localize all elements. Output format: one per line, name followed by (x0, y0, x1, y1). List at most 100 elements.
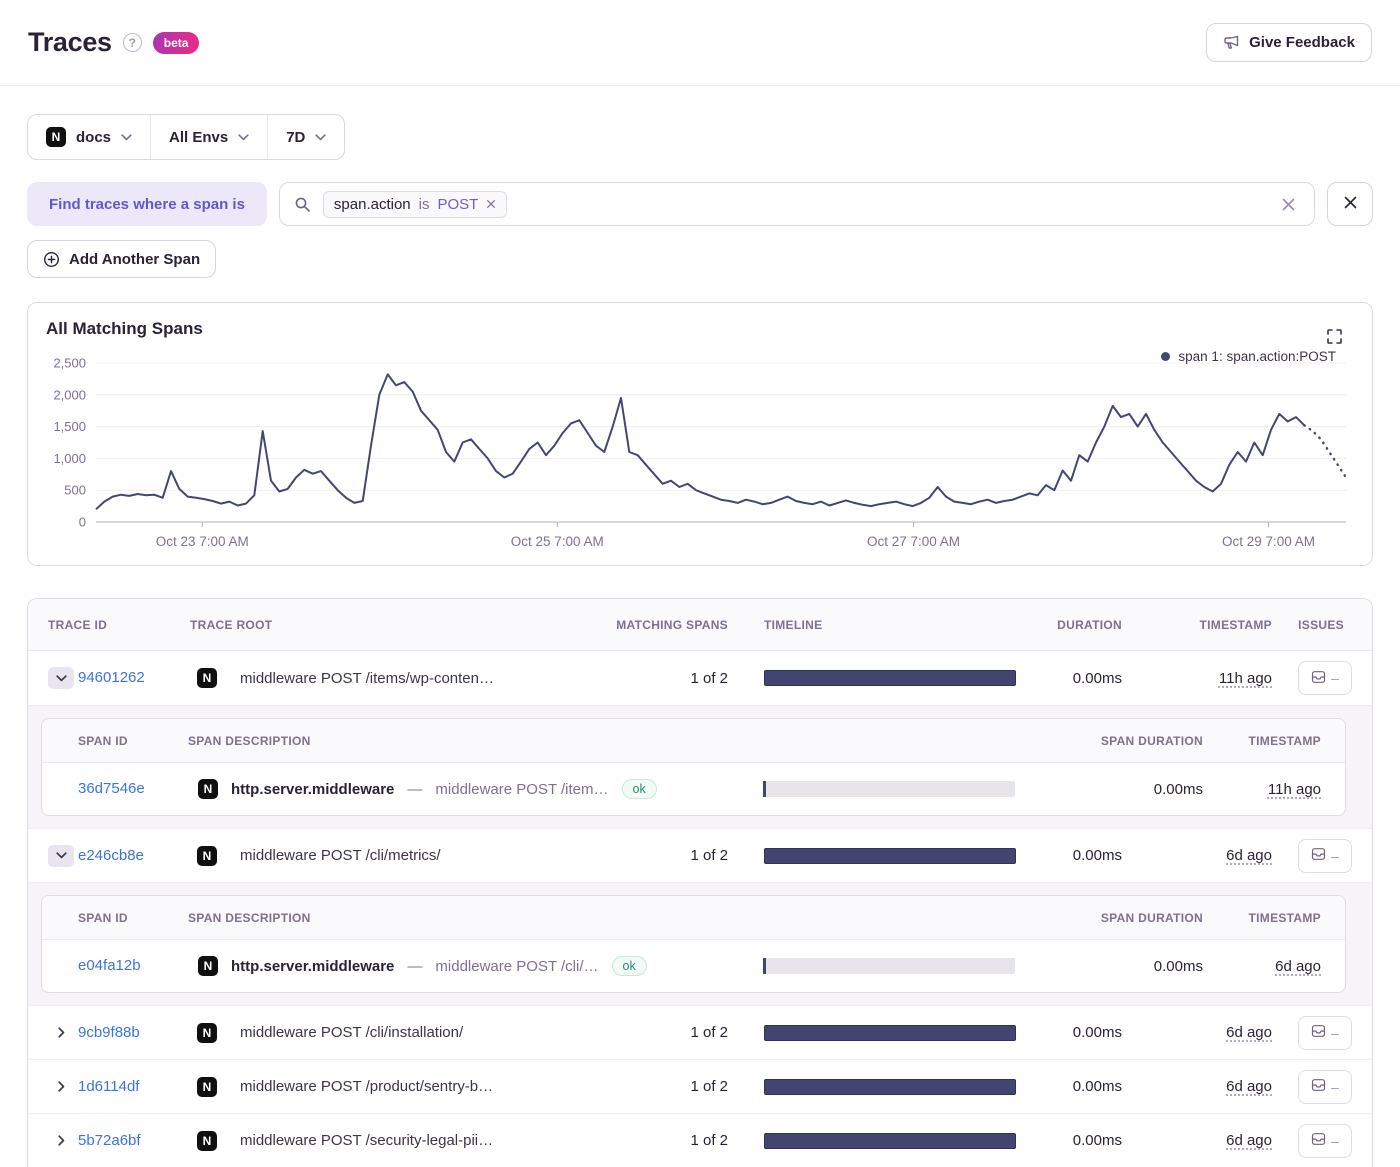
span-description-cell: Nhttp.server.middleware—middleware POST … (188, 779, 763, 799)
span-description-cell: Nhttp.server.middleware—middleware POST … (188, 956, 763, 976)
trace-timeline-bar[interactable] (764, 670, 1016, 686)
trace-row[interactable]: e246cb8eNmiddleware POST /cli/metrics/1 … (28, 828, 1372, 882)
date-range-filter-label: 7D (286, 129, 305, 146)
collapse-trace-button[interactable] (48, 845, 74, 867)
trace-id-link[interactable]: 9cb9f88b (78, 1024, 140, 1041)
svg-text:Oct 25 7:00 AM: Oct 25 7:00 AM (511, 534, 604, 549)
span-id-cell: 36d7546e (78, 780, 188, 798)
timestamp-value[interactable]: 6d ago (1226, 847, 1272, 864)
column-header-span-duration: Span Duration (1033, 911, 1203, 925)
span-subtable-header: Span IDSpan DescriptionSpan DurationTime… (42, 719, 1345, 763)
timeline-cell (728, 1025, 1026, 1041)
trace-timeline-bar[interactable] (764, 1025, 1016, 1041)
span-id-cell: e04fa12b (78, 957, 188, 975)
token-operator: is (419, 196, 430, 213)
expand-trace-button[interactable] (48, 1022, 74, 1044)
timestamp-value[interactable]: 6d ago (1275, 958, 1321, 975)
span-subtable-wrapper: Span IDSpan DescriptionSpan DurationTime… (28, 882, 1372, 1005)
table-header-row: Trace IDTrace RootMatching SpansTimeline… (28, 599, 1372, 651)
nextjs-logo-icon: N (197, 846, 217, 866)
span-search-input[interactable]: span.action is POST (279, 182, 1315, 226)
timestamp-value[interactable]: 6d ago (1226, 1078, 1272, 1095)
trace-row[interactable]: 1d6114dfNmiddleware POST /product/sentry… (28, 1059, 1372, 1113)
date-range-filter[interactable]: 7D (268, 115, 344, 159)
timestamp-value[interactable]: 6d ago (1226, 1024, 1272, 1041)
issues-cell: – (1272, 1016, 1352, 1050)
chevron-down-icon (121, 134, 132, 141)
span-id-link[interactable]: 36d7546e (78, 780, 145, 797)
expander-cell (48, 1130, 78, 1152)
collapse-trace-button[interactable] (48, 667, 74, 689)
span-timeline-bar[interactable] (763, 958, 1015, 974)
traces-table: Trace IDTrace RootMatching SpansTimeline… (27, 598, 1373, 1167)
timeline-cell (728, 1079, 1026, 1095)
span-timeline-bar[interactable] (763, 781, 1015, 797)
inbox-icon (1311, 1024, 1326, 1041)
column-header-timeline: Timeline (728, 618, 1026, 632)
question-circle-icon[interactable]: ? (123, 33, 142, 52)
column-header-trace-root: Trace Root (190, 618, 608, 632)
column-header-timestamp: Timestamp (1203, 911, 1321, 925)
trace-id-link[interactable]: 5b72a6bf (78, 1132, 141, 1149)
table-body: 94601262Nmiddleware POST /items/wp-conte… (28, 651, 1372, 1167)
matching-spans-count: 1 of 2 (608, 1078, 728, 1095)
matching-spans-count: 1 of 2 (608, 670, 728, 687)
column-header-span-description: Span Description (188, 734, 763, 748)
inbox-icon (1311, 1132, 1326, 1149)
give-feedback-button[interactable]: Give Feedback (1206, 23, 1372, 62)
span-duration-value: 0.00ms (1033, 958, 1203, 975)
status-badge: ok (612, 956, 647, 976)
remove-span-query-button[interactable] (1327, 182, 1373, 226)
span-subtable-header: Span IDSpan DescriptionSpan DurationTime… (42, 896, 1345, 940)
span-search-row: Find traces where a span is span.action … (27, 182, 1373, 226)
timestamp-value[interactable]: 11h ago (1268, 781, 1321, 798)
project-filter[interactable]: N docs (28, 115, 151, 159)
search-filter-token[interactable]: span.action is POST (323, 191, 507, 218)
clear-search-button[interactable] (1277, 193, 1300, 216)
issues-button[interactable]: – (1298, 1070, 1352, 1104)
svg-text:Oct 27 7:00 AM: Oct 27 7:00 AM (867, 534, 960, 549)
issues-button[interactable]: – (1298, 1124, 1352, 1158)
token-key: span.action (334, 196, 411, 213)
trace-root-cell: Nmiddleware POST /security-legal-pii… (190, 1131, 608, 1151)
add-another-span-button[interactable]: Add Another Span (27, 240, 216, 278)
expand-trace-button[interactable] (48, 1076, 74, 1098)
fullscreen-icon[interactable] (1325, 327, 1344, 346)
trace-row[interactable]: 9cb9f88b Nmiddleware POST /cli/installati… (28, 1005, 1372, 1059)
span-row[interactable]: 36d7546e Nhttp.server.middleware—middlewa… (42, 763, 1345, 815)
expand-trace-button[interactable] (48, 1130, 74, 1152)
trace-id-link[interactable]: e246cb8e (78, 847, 144, 864)
timestamp-value[interactable]: 11h ago (1219, 670, 1272, 687)
span-id-link[interactable]: e04fa12b (78, 957, 141, 974)
issues-button[interactable]: – (1298, 839, 1352, 873)
chevron-right-icon (58, 1135, 65, 1146)
trace-id-link[interactable]: 94601262 (78, 669, 145, 686)
chart-legend[interactable]: span 1: span.action:POST (1161, 349, 1336, 364)
issues-button[interactable]: – (1298, 1016, 1352, 1050)
issues-button[interactable]: – (1298, 661, 1352, 695)
matching-spans-chart-panel: 05001,0001,5002,0002,500Oct 23 7:00 AMOc… (27, 302, 1373, 566)
svg-text:Oct 23 7:00 AM: Oct 23 7:00 AM (156, 534, 249, 549)
dash-separator: — (407, 958, 422, 975)
issues-empty-dash: – (1331, 849, 1339, 863)
trace-id-cell: 94601262 (78, 669, 190, 687)
remove-token-icon[interactable] (486, 199, 496, 209)
span-row[interactable]: e04fa12b Nhttp.server.middleware—middlewa… (42, 940, 1345, 992)
trace-timeline-bar[interactable] (764, 1133, 1016, 1149)
trace-root-cell: Nmiddleware POST /cli/installation/ (190, 1023, 608, 1043)
svg-text:Oct 29 7:00 AM: Oct 29 7:00 AM (1222, 534, 1315, 549)
svg-text:2,000: 2,000 (53, 387, 86, 402)
trace-id-link[interactable]: 1d6114df (78, 1078, 139, 1095)
environment-filter[interactable]: All Envs (151, 115, 268, 159)
chevron-right-icon (58, 1027, 65, 1038)
issues-empty-dash: – (1331, 671, 1339, 685)
trace-row[interactable]: 94601262Nmiddleware POST /items/wp-conte… (28, 651, 1372, 705)
nextjs-logo-icon: N (46, 127, 66, 147)
trace-id-cell: 1d6114df (78, 1078, 190, 1096)
trace-timeline-bar[interactable] (764, 848, 1016, 864)
inbox-icon (1311, 847, 1326, 864)
duration-value: 0.00ms (1026, 847, 1122, 864)
trace-timeline-bar[interactable] (764, 1079, 1016, 1095)
timestamp-value[interactable]: 6d ago (1226, 1132, 1272, 1149)
span-duration-value: 0.00ms (1033, 781, 1203, 798)
